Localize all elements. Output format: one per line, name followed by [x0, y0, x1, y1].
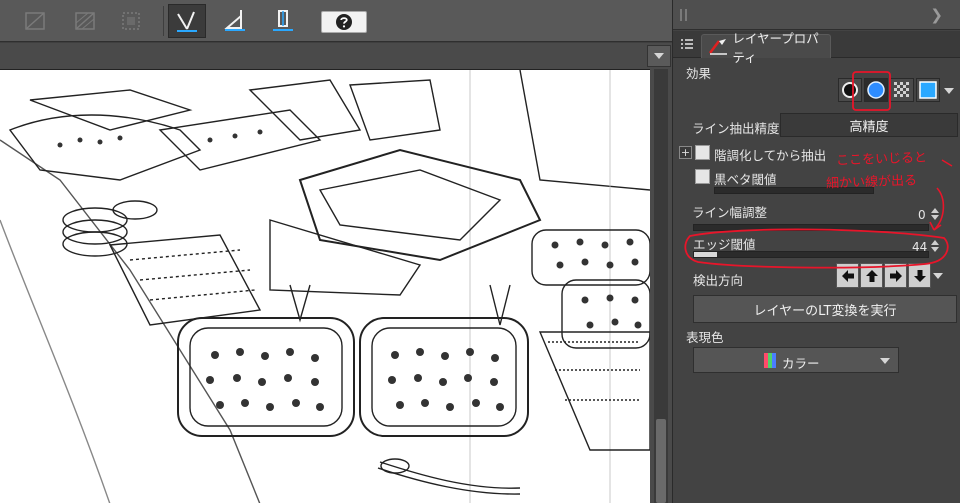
posterize-checkbox[interactable]: [695, 145, 710, 160]
effect-icon-group: [838, 78, 956, 104]
line-width-label: ライン幅調整: [692, 205, 768, 220]
layer-color-icon: [919, 81, 937, 99]
line-width-slider[interactable]: [693, 224, 929, 231]
arrow-down-icon: [913, 269, 926, 282]
black-fill-label: 黒ベタ閾値: [714, 172, 777, 187]
ruler-perspective-icon: [273, 10, 293, 31]
selection-frame-icon: [122, 12, 140, 30]
effect-tone-button[interactable]: [890, 78, 914, 102]
direction-up-button[interactable]: [860, 263, 883, 288]
canvas[interactable]: [0, 69, 650, 503]
toolbar-separator: [163, 6, 164, 36]
canvas-toolbar: [0, 0, 672, 42]
edge-threshold-slider[interactable]: [693, 251, 929, 258]
black-fill-checkbox[interactable]: [695, 169, 710, 184]
arrow-up-icon: [865, 269, 878, 282]
effect-extract-line-button[interactable]: [864, 78, 888, 102]
edge-threshold-slider-fill: [694, 252, 718, 257]
posterize-label: 階調化してから抽出: [714, 148, 827, 163]
tone-icon: [894, 82, 909, 97]
run-lt-conversion-button[interactable]: レイヤーのLT変換を実行: [693, 295, 957, 323]
panel-tab-row: レイヤープロパティ: [673, 31, 960, 65]
annotation-note-line-2: 細かい線が出る: [825, 173, 918, 192]
panel-menu-icon[interactable]: [681, 38, 693, 50]
tab-layer-property[interactable]: レイヤープロパティ: [701, 31, 831, 65]
direction-right-button[interactable]: [884, 263, 907, 288]
grip-icon[interactable]: [679, 9, 689, 21]
ruler-hatch-button[interactable]: [66, 4, 104, 38]
section-color-label: 表現色: [686, 330, 724, 345]
scrollbar-thumb[interactable]: [656, 419, 666, 503]
line-art-image: [0, 70, 650, 503]
direction-down-button[interactable]: [908, 263, 931, 288]
ruler-hatch-icon: [75, 12, 95, 30]
line-precision-select[interactable]: 高精度: [780, 113, 958, 137]
canvas-area: [0, 43, 672, 503]
expression-color-select[interactable]: カラー: [693, 347, 899, 373]
chevron-down-icon: [933, 272, 943, 279]
direction-menu-button[interactable]: [932, 263, 944, 288]
panel-title-bar: ❯: [673, 0, 960, 30]
annotation-note-line-1: ここをいじると: [835, 150, 928, 169]
chevron-down-icon: [880, 358, 890, 364]
canvas-menu-button[interactable]: [647, 45, 671, 67]
edge-threshold-spinner-icon[interactable]: [931, 239, 939, 253]
border-effect-icon: [842, 82, 858, 98]
line-precision-label: ライン抽出精度: [692, 121, 780, 136]
selection-frame-button[interactable]: [112, 4, 150, 38]
help-icon: [336, 14, 352, 30]
color-select-value: カラー: [782, 356, 820, 371]
tab-label: レイヤープロパティ: [732, 30, 819, 65]
help-button[interactable]: [321, 11, 367, 33]
extract-line-icon: [867, 81, 885, 99]
chevron-right-icon[interactable]: ❯: [930, 6, 943, 24]
arrow-left-icon: [841, 269, 854, 282]
chevron-down-icon: [654, 53, 664, 59]
ruler-perspective-button[interactable]: [264, 4, 302, 38]
canvas-vertical-scrollbar[interactable]: [654, 69, 668, 503]
layer-property-icon: [709, 38, 728, 55]
chevron-down-icon: [944, 88, 954, 94]
line-width-value[interactable]: 0: [918, 208, 926, 222]
ruler-cross-button[interactable]: [16, 4, 54, 38]
color-mode-icon: [764, 353, 776, 368]
ruler-pen-icon: [177, 11, 197, 32]
effect-menu-button[interactable]: [942, 78, 956, 104]
section-effect-label: 効果: [686, 66, 712, 81]
ruler-pen-button[interactable]: [168, 4, 206, 38]
effect-border-button[interactable]: [838, 78, 862, 102]
ruler-angle-icon: [224, 10, 245, 31]
arrow-right-icon: [889, 269, 902, 282]
direction-button-group: [836, 263, 944, 288]
line-width-spinner-icon[interactable]: [931, 207, 939, 221]
effect-layer-color-button[interactable]: [916, 78, 940, 102]
direction-label: 検出方向: [693, 273, 744, 288]
expand-toggle-icon[interactable]: +: [679, 146, 692, 159]
ruler-cross-icon: [25, 12, 45, 30]
direction-left-button[interactable]: [836, 263, 859, 288]
ruler-angle-button[interactable]: [216, 4, 254, 38]
